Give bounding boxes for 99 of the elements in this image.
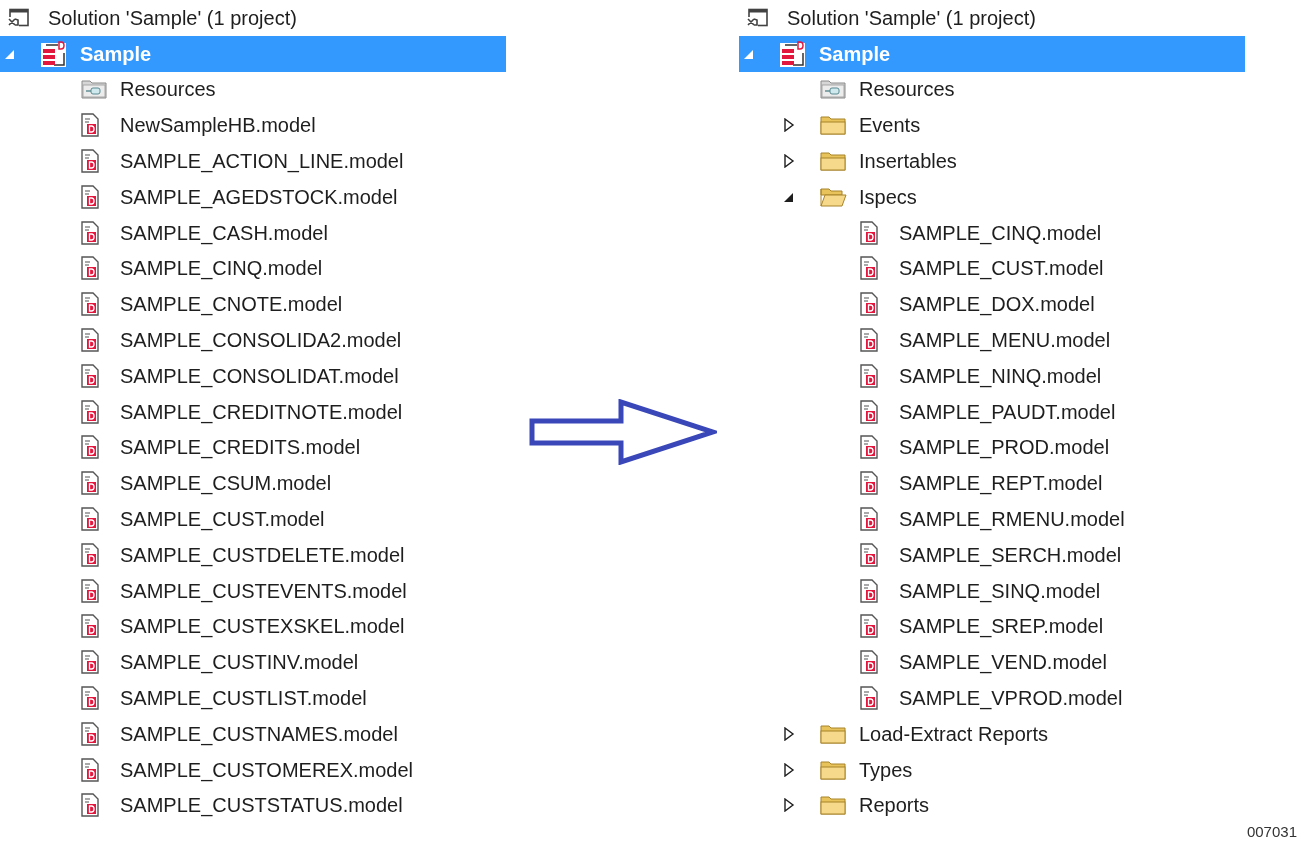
model-file-icon: [859, 507, 879, 532]
model-file-icon: [80, 256, 100, 281]
collapsed-triangle-icon[interactable]: [783, 118, 795, 133]
tree-item-label[interactable]: SAMPLE_CUSTINV.model: [120, 650, 359, 675]
tree-item-label[interactable]: SAMPLE_CUSTSTATUS.model: [120, 793, 403, 818]
tree-item-label[interactable]: SAMPLE_ACTION_LINE.model: [120, 149, 404, 174]
tree-item-label[interactable]: SAMPLE_CINQ.model: [899, 220, 1102, 245]
tree-item-label[interactable]: Ispecs: [859, 184, 917, 209]
resources-folder-icon: [819, 78, 847, 101]
tree-item-label[interactable]: SAMPLE_CUSTNAMES.model: [120, 721, 398, 746]
figure-id: 007031: [1246, 823, 1297, 842]
folder-icon: [819, 150, 847, 173]
tree-item-label[interactable]: SAMPLE_CUSTEXSKEL.model: [120, 614, 405, 639]
resources-folder-icon: [80, 78, 108, 101]
tree-item-label[interactable]: SAMPLE_NINQ.model: [899, 363, 1102, 388]
tree-item-label[interactable]: Events: [859, 113, 921, 138]
model-file-icon: [859, 328, 879, 353]
model-file-icon: [80, 292, 100, 317]
tree-item-label[interactable]: SAMPLE_CUSTDELETE.model: [120, 542, 405, 567]
solution-icon: [747, 7, 769, 28]
tree-item-label[interactable]: SAMPLE_CNOTE.model: [120, 292, 343, 317]
project-label: Sample: [819, 41, 891, 66]
tree-item-label[interactable]: Reports: [859, 793, 930, 818]
tree-item-label[interactable]: SAMPLE_CUST.model: [120, 507, 325, 532]
model-file-icon: [859, 471, 879, 496]
tree-item-label[interactable]: SAMPLE_CREDITNOTE.model: [120, 399, 403, 424]
model-file-icon: [859, 435, 879, 460]
folder-icon: [819, 758, 847, 781]
model-file-icon: [859, 292, 879, 317]
tree-item-label[interactable]: SAMPLE_SREP.model: [899, 614, 1104, 639]
model-file-icon: [80, 686, 100, 711]
model-file-icon: [859, 650, 879, 675]
model-file-icon: [80, 793, 100, 818]
tree-item-label[interactable]: Insertables: [859, 149, 957, 174]
folder-icon: [819, 114, 847, 137]
tree-item-label[interactable]: SAMPLE_CONSOLIDAT.model: [120, 363, 399, 388]
collapsed-triangle-icon[interactable]: [783, 762, 795, 777]
tree-item-label[interactable]: SAMPLE_SINQ.model: [899, 578, 1101, 603]
folder-icon: [819, 722, 847, 745]
tree-item-label[interactable]: SAMPLE_RMENU.model: [899, 507, 1125, 532]
model-file-icon: [859, 686, 879, 711]
model-file-icon: [80, 399, 100, 424]
tree-item-label[interactable]: SAMPLE_CREDITS.model: [120, 435, 361, 460]
model-file-icon: [80, 721, 100, 746]
model-file-icon: [80, 650, 100, 675]
tree-item-label[interactable]: Resources: [120, 77, 216, 102]
model-file-icon: [80, 507, 100, 532]
solution-label[interactable]: Solution 'Sample' (1 project): [48, 5, 297, 30]
project-label: Sample: [80, 41, 152, 66]
tree-item-label[interactable]: SAMPLE_CONSOLIDA2.model: [120, 328, 402, 353]
model-file-icon: [859, 542, 879, 567]
tree-item-label[interactable]: SAMPLE_VEND.model: [899, 650, 1107, 675]
project-icon: [40, 39, 68, 68]
tree-item-label[interactable]: SAMPLE_REPT.model: [899, 471, 1103, 496]
right-arrow-icon: [528, 398, 717, 465]
tree-item-label[interactable]: SAMPLE_CUST.model: [899, 256, 1104, 281]
collapsed-triangle-icon[interactable]: [783, 726, 795, 741]
model-file-icon: [859, 614, 879, 639]
solution-icon: [8, 7, 30, 28]
model-file-icon: [80, 363, 100, 388]
model-file-icon: [80, 184, 100, 209]
tree-item-label[interactable]: SAMPLE_PAUDT.model: [899, 399, 1116, 424]
open-folder-icon: [819, 185, 847, 208]
model-file-icon: [859, 578, 879, 603]
model-file-icon: [859, 256, 879, 281]
model-file-icon: [80, 149, 100, 174]
model-file-icon: [859, 220, 879, 245]
tree-item-label[interactable]: Types: [859, 757, 913, 782]
tree-item-label[interactable]: SAMPLE_AGEDSTOCK.model: [120, 184, 398, 209]
solution-label[interactable]: Solution 'Sample' (1 project): [787, 5, 1036, 30]
model-file-icon: [80, 113, 100, 138]
tree-item-label[interactable]: Resources: [859, 77, 955, 102]
collapsed-triangle-icon[interactable]: [783, 798, 795, 813]
model-file-icon: [80, 471, 100, 496]
model-file-icon: [80, 220, 100, 245]
tree-item-label[interactable]: SAMPLE_MENU.model: [899, 328, 1111, 353]
model-file-icon: [80, 578, 100, 603]
tree-item-label[interactable]: SAMPLE_CINQ.model: [120, 256, 323, 281]
collapsed-triangle-icon[interactable]: [783, 154, 795, 169]
tree-item-label[interactable]: NewSampleHB.model: [120, 113, 316, 138]
folder-icon: [819, 794, 847, 817]
model-file-icon: [80, 435, 100, 460]
tree-item-label[interactable]: SAMPLE_CUSTLIST.model: [120, 686, 367, 711]
tree-item-label[interactable]: SAMPLE_CASH.model: [120, 220, 328, 245]
tree-item-label[interactable]: SAMPLE_CUSTOMEREX.model: [120, 757, 414, 782]
tree-item-label[interactable]: SAMPLE_PROD.model: [899, 435, 1110, 460]
model-file-icon: [859, 363, 879, 388]
model-file-icon: [80, 328, 100, 353]
tree-item-label[interactable]: SAMPLE_SERCH.model: [899, 542, 1122, 567]
model-file-icon: [80, 614, 100, 639]
tree-item-label[interactable]: SAMPLE_DOX.model: [899, 292, 1095, 317]
model-file-icon: [859, 399, 879, 424]
model-file-icon: [80, 757, 100, 782]
model-file-icon: [80, 542, 100, 567]
tree-item-label[interactable]: Load-Extract Reports: [859, 721, 1048, 746]
tree-item-label[interactable]: SAMPLE_VPROD.model: [899, 686, 1123, 711]
tree-item-label[interactable]: SAMPLE_CSUM.model: [120, 471, 332, 496]
tree-item-label[interactable]: SAMPLE_CUSTEVENTS.model: [120, 578, 407, 603]
project-icon: [779, 39, 807, 68]
